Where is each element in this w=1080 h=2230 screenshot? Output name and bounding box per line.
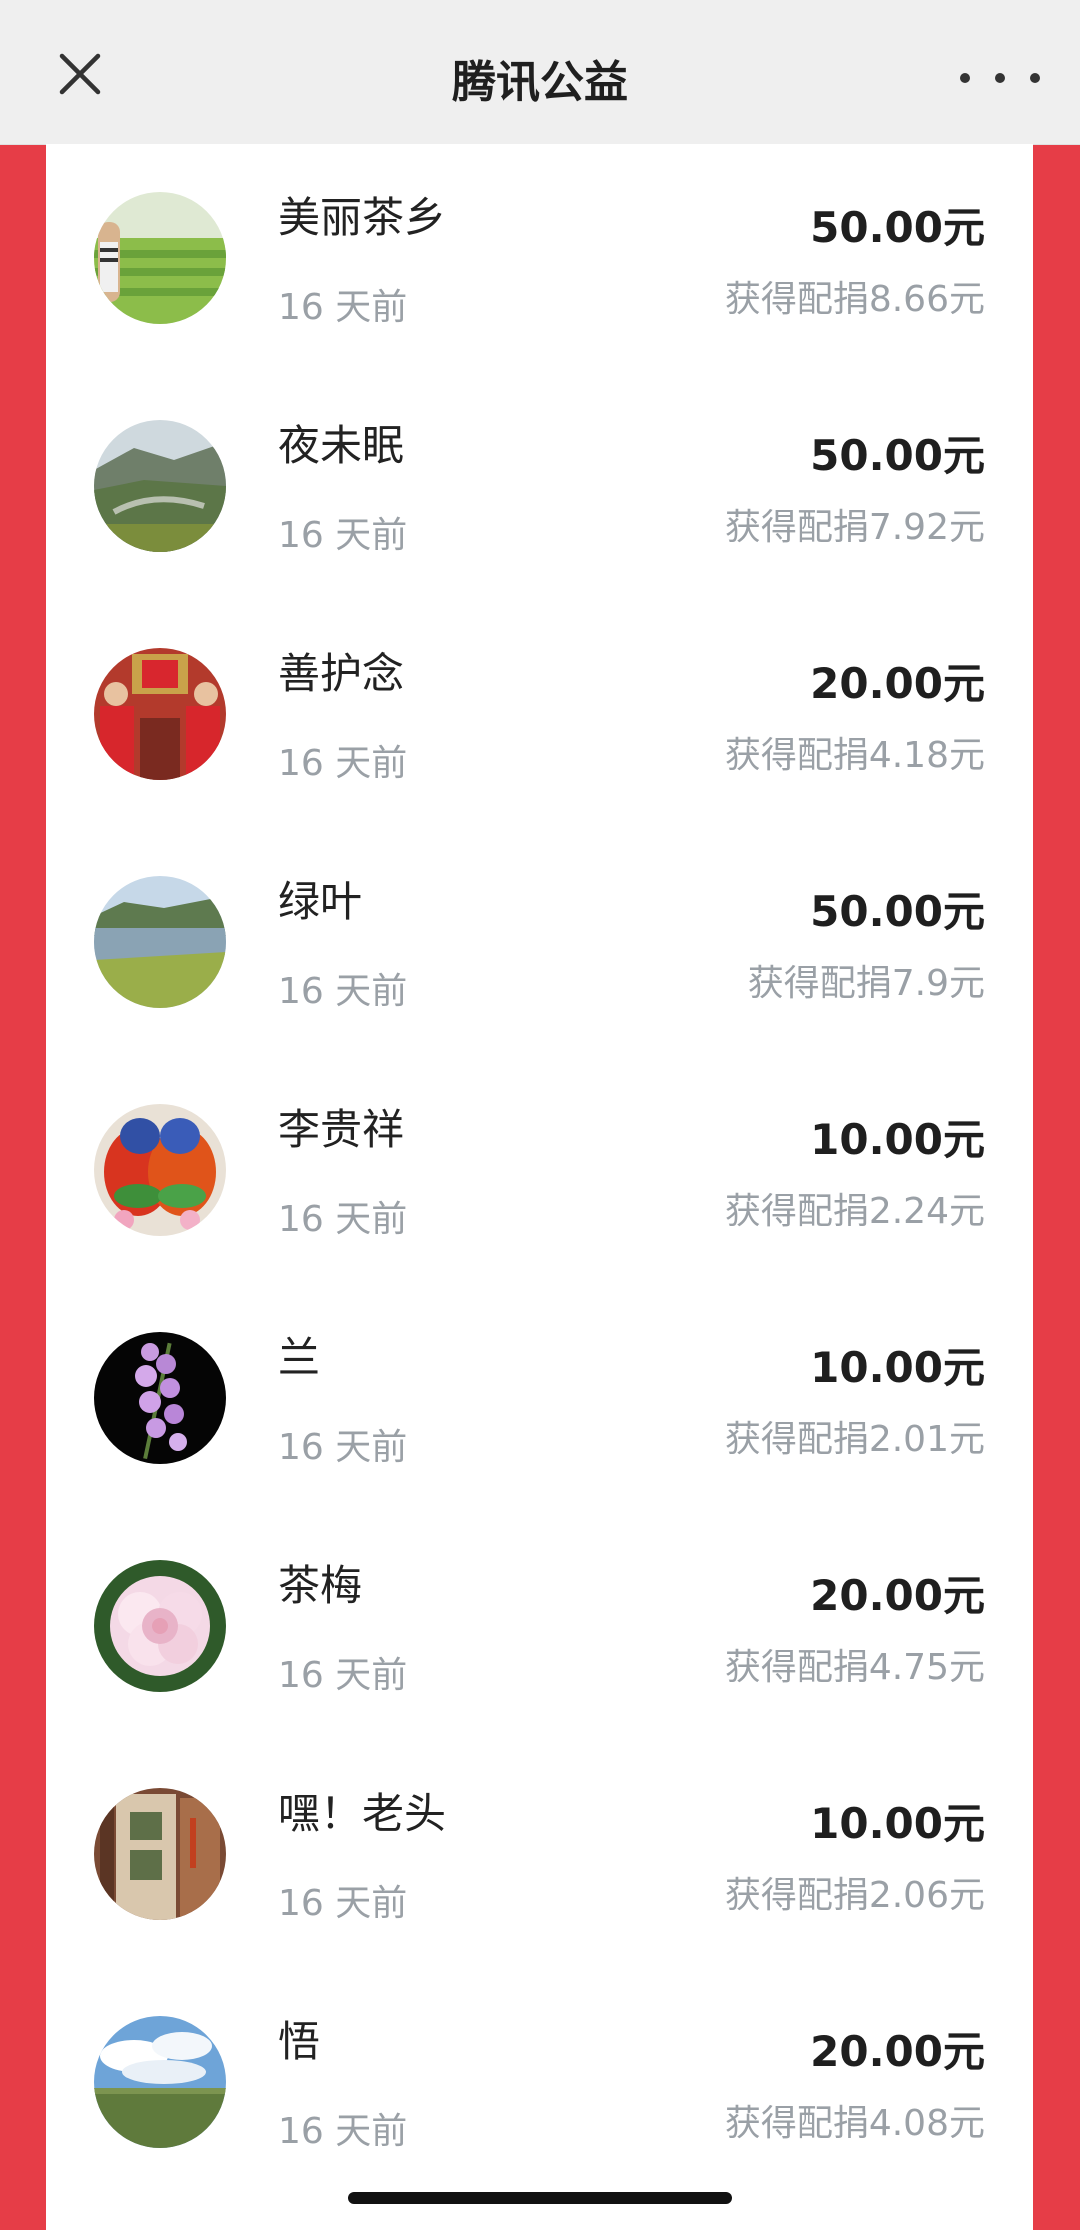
donor-name: 绿叶 — [278, 877, 363, 926]
donor-name: 美丽茶乡 — [278, 193, 447, 242]
donation-amount: 10.00元 — [810, 1115, 985, 1164]
donation-row[interactable]: 茶梅 16 天前 20.00元 获得配捐4.75元 — [46, 1512, 1033, 1740]
peony-avatar — [94, 1560, 226, 1692]
donation-row[interactable]: 悟 16 天前 20.00元 获得配捐4.08元 — [46, 1968, 1033, 2196]
donation-time: 16 天前 — [278, 971, 408, 1012]
donation-row[interactable]: 美丽茶乡 16 天前 50.00元 获得配捐8.66元 — [46, 144, 1033, 372]
matched-donation: 获得配捐8.66元 — [724, 279, 985, 320]
donation-row[interactable]: 兰 16 天前 10.00元 获得配捐2.01元 — [46, 1284, 1033, 1512]
more-icon — [1030, 73, 1040, 83]
matched-donation: 获得配捐7.92元 — [724, 507, 985, 548]
donation-time: 16 天前 — [278, 743, 408, 784]
more-icon — [960, 73, 970, 83]
donation-time: 16 天前 — [278, 1427, 408, 1468]
matched-donation: 获得配捐7.9元 — [747, 963, 985, 1004]
top-navigation-bar: 腾讯公益 — [0, 0, 1080, 145]
donation-amount: 50.00元 — [810, 431, 985, 480]
matched-donation: 获得配捐4.18元 — [724, 735, 985, 776]
orchid-avatar — [94, 1332, 226, 1464]
wedding-couple-avatar — [94, 648, 226, 780]
donor-name: 悟 — [278, 2017, 321, 2066]
parrots-avatar — [94, 1104, 226, 1236]
donation-row[interactable]: 绿叶 16 天前 50.00元 获得配捐7.9元 — [46, 828, 1033, 1056]
lake-avatar — [94, 876, 226, 1008]
matched-donation: 获得配捐2.01元 — [724, 1419, 985, 1460]
donation-time: 16 天前 — [278, 1655, 408, 1696]
donor-name: 夜未眠 — [278, 421, 405, 470]
donation-amount: 20.00元 — [810, 2027, 985, 2076]
more-icon — [995, 73, 1005, 83]
donor-name: 茶梅 — [278, 1561, 363, 1610]
donation-time: 16 天前 — [278, 515, 408, 556]
donation-list: 美丽茶乡 16 天前 50.00元 获得配捐8.66元 夜未眠 16 天前 50… — [46, 144, 1033, 2230]
matched-donation: 获得配捐4.75元 — [724, 1647, 985, 1688]
donation-amount: 50.00元 — [810, 203, 985, 252]
donation-time: 16 天前 — [278, 2111, 408, 2152]
donation-row[interactable]: 夜未眠 16 天前 50.00元 获得配捐7.92元 — [46, 372, 1033, 600]
matched-donation: 获得配捐2.24元 — [724, 1191, 985, 1232]
donation-row[interactable]: 善护念 16 天前 20.00元 获得配捐4.18元 — [46, 600, 1033, 828]
donation-amount: 10.00元 — [810, 1799, 985, 1848]
donation-time: 16 天前 — [278, 287, 408, 328]
page-title: 腾讯公益 — [452, 57, 628, 108]
mountain-valley-avatar — [94, 420, 226, 552]
donation-amount: 20.00元 — [810, 1571, 985, 1620]
tea-field-avatar — [94, 192, 226, 324]
sky-grassland-avatar — [94, 2016, 226, 2148]
donation-amount: 10.00元 — [810, 1343, 985, 1392]
matched-donation: 获得配捐4.08元 — [724, 2103, 985, 2144]
donor-name: 嘿！老头 — [278, 1789, 447, 1838]
home-indicator[interactable] — [348, 2192, 732, 2204]
donor-name: 兰 — [278, 1333, 321, 1382]
donor-name: 善护念 — [278, 649, 405, 698]
donation-row[interactable]: 嘿！老头 16 天前 10.00元 获得配捐2.06元 — [46, 1740, 1033, 1968]
donation-time: 16 天前 — [278, 1883, 408, 1924]
donor-name: 李贵祥 — [278, 1105, 405, 1154]
donation-amount: 20.00元 — [810, 659, 985, 708]
donation-row[interactable]: 李贵祥 16 天前 10.00元 获得配捐2.24元 — [46, 1056, 1033, 1284]
more-options-button[interactable] — [960, 58, 1040, 98]
matched-donation: 获得配捐2.06元 — [724, 1875, 985, 1916]
ice-island-sign-avatar — [94, 1788, 226, 1920]
donation-time: 16 天前 — [278, 1199, 408, 1240]
donation-amount: 50.00元 — [810, 887, 985, 936]
